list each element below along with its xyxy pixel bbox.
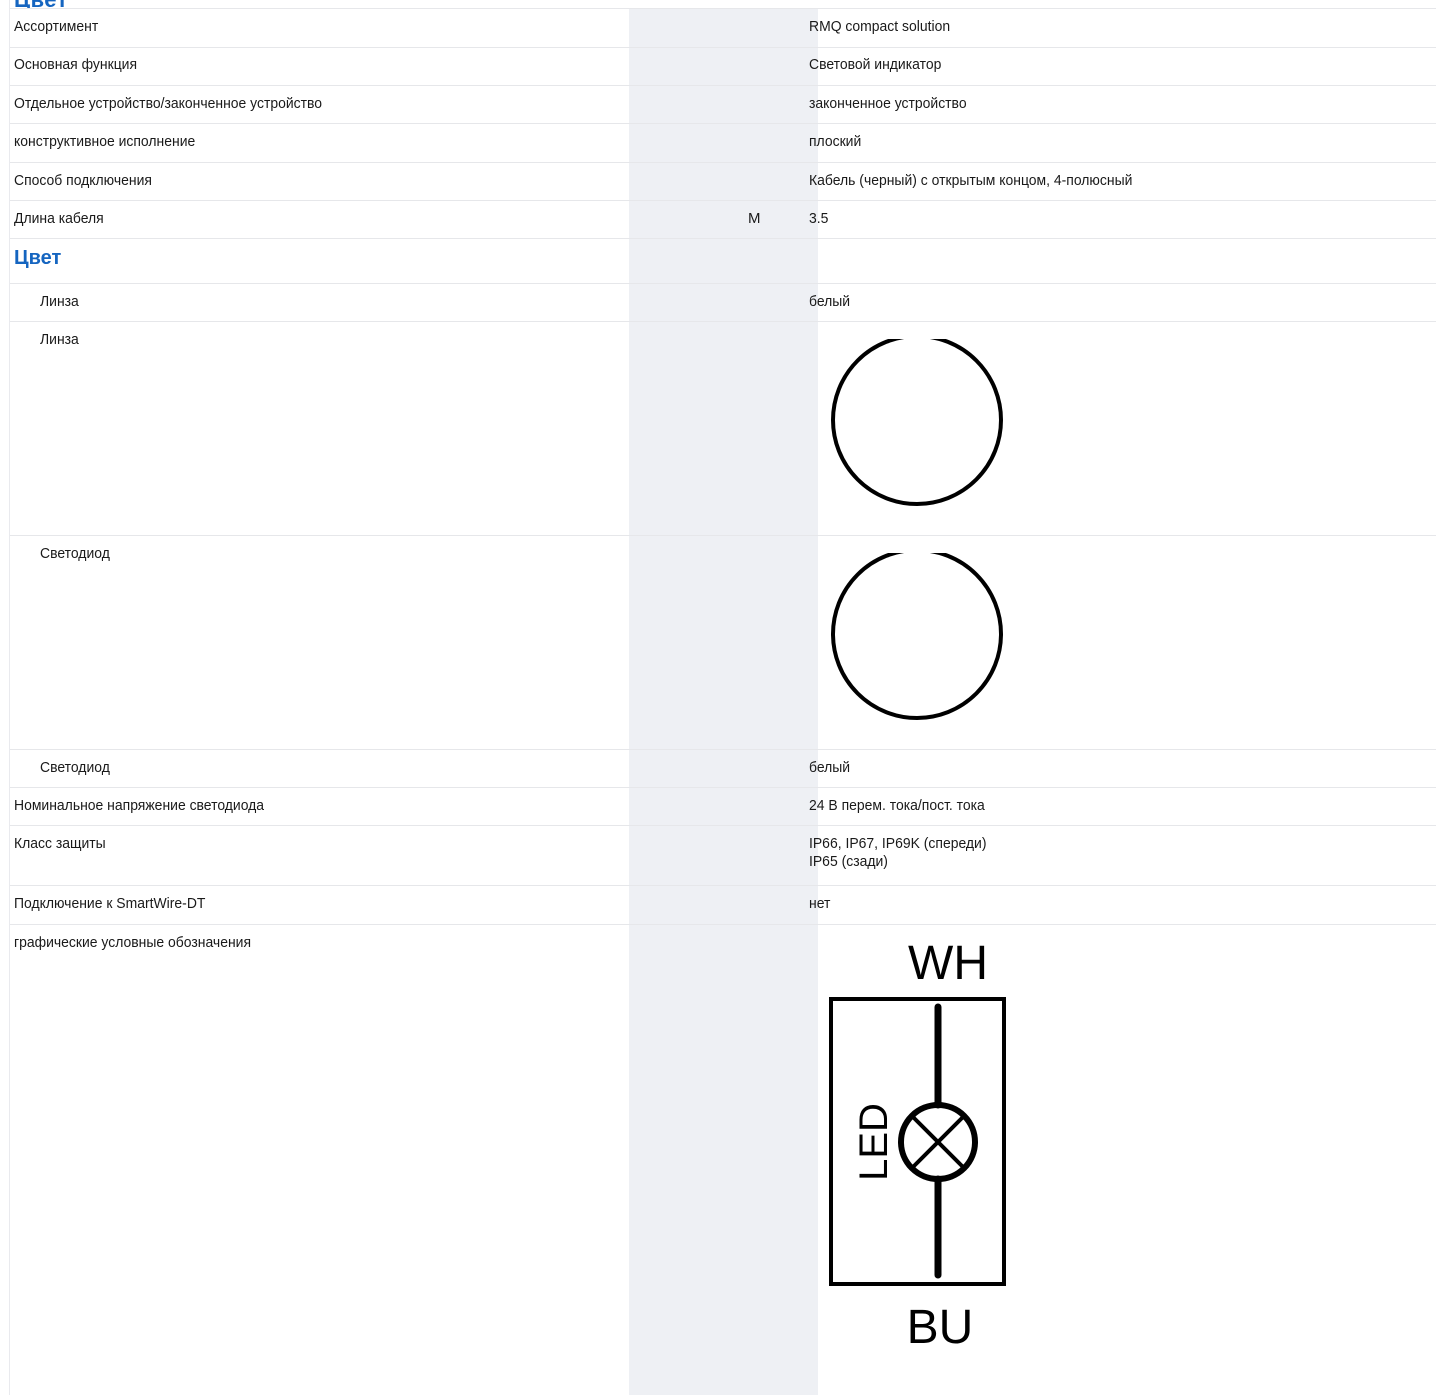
spec-label: Подключение к SmartWire-DT [14, 895, 206, 912]
spec-value: 24 В перем. тока/пост. тока [809, 797, 985, 814]
spec-row-assortment: Ассортимент RMQ compact solution [10, 8, 1436, 48]
spec-value: Световой индикатор [809, 56, 942, 73]
spec-label: Светодиод [40, 759, 110, 776]
spec-row-cable-length: Длина кабеля M 3.5 [10, 201, 1436, 239]
spec-value: IP66, IP67, IP69K (спереди) IP65 (сзади) [809, 835, 986, 871]
spec-value: белый [809, 293, 851, 310]
spec-value-line: IP65 (сзади) [809, 853, 888, 870]
spec-row-connection: Способ подключения Кабель (черный) с отк… [10, 163, 1436, 201]
spec-label: конструктивное исполнение [14, 133, 196, 150]
spec-row-device-type: Отдельное устройство/законченное устройс… [10, 86, 1436, 124]
spec-unit: M [748, 210, 761, 227]
spec-label: Длина кабеля [14, 210, 104, 227]
section-color-header: Цвет [10, 239, 1436, 284]
spec-label: Основная функция [14, 56, 138, 73]
symbol-bottom-label: BU [907, 1301, 974, 1354]
spec-label: Номинальное напряжение светодиода [14, 797, 265, 814]
spec-row-led-image: Светодиод [10, 536, 1436, 750]
spec-row-smartwire: Подключение к SmartWire-DT нет [10, 886, 1436, 925]
spec-label: Класс защиты [14, 835, 106, 852]
section-title: Цвет [14, 247, 62, 269]
symbol-top-label: WH [908, 937, 988, 990]
clipped-heading: Цвет [14, 0, 68, 8]
spec-row-design: конструктивное исполнение плоский [10, 124, 1436, 163]
spec-label: Ассортимент [14, 18, 99, 35]
spec-row-function: Основная функция Световой индикатор [10, 47, 1436, 86]
spec-value: плоский [809, 133, 862, 150]
symbol-side-label: LED [852, 1103, 896, 1181]
spec-label: Отдельное устройство/законченное устройс… [14, 95, 323, 112]
led-lamp-symbol: WH LED BU [829, 937, 1006, 1354]
spec-value-line: IP66, IP67, IP69K (спереди) [809, 835, 987, 852]
spec-row-schematic: графические условные обозначения WH LED … [10, 925, 1436, 1395]
spec-value: нет [809, 895, 831, 912]
spec-value: белый [809, 759, 851, 776]
spec-label: Способ подключения [14, 172, 152, 189]
spec-row-led-color: Светодиод белый [10, 750, 1436, 788]
spec-label: Светодиод [40, 545, 110, 562]
circle-icon [831, 553, 1003, 720]
spec-label: Линза [40, 293, 79, 310]
spec-label: Линза [40, 331, 79, 348]
circle-icon [831, 339, 1003, 506]
spec-row-lens-color: Линза белый [10, 284, 1436, 322]
spec-row-protection: Класс защиты IP66, IP67, IP69K (спереди)… [10, 826, 1436, 886]
spec-value: 3.5 [809, 210, 829, 227]
spec-row-lens-image: Линза [10, 322, 1436, 536]
datasheet-page: Цвет Ассортимент RMQ compact solution Ос… [0, 0, 1436, 1395]
spec-row-led-voltage: Номинальное напряжение светодиода 24 В п… [10, 788, 1436, 826]
spec-value: Кабель (черный) с открытым концом, 4-пол… [809, 172, 1133, 189]
spec-value: RMQ compact solution [809, 18, 951, 35]
spec-label: графические условные обозначения [14, 934, 252, 951]
spec-value: законченное устройство [809, 95, 967, 112]
